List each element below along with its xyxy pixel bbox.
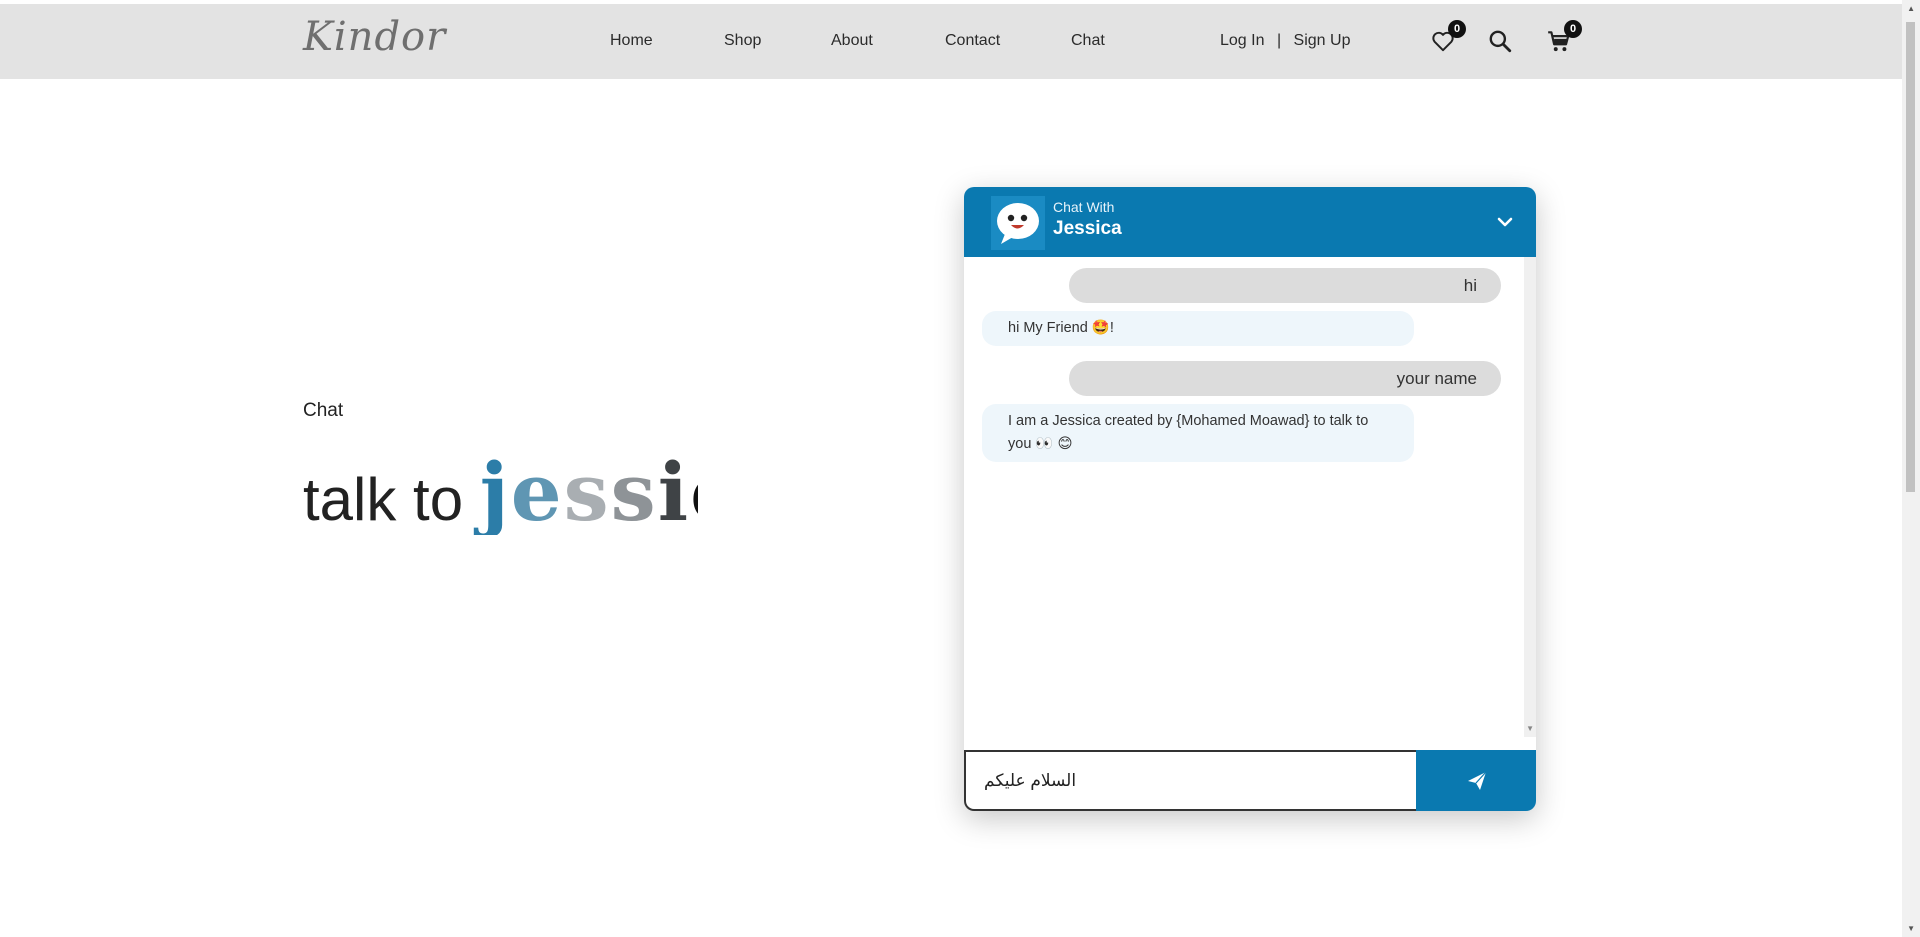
chevron-down-icon	[1497, 217, 1513, 227]
bot-avatar	[991, 196, 1045, 250]
signup-link[interactable]: Sign Up	[1294, 32, 1351, 49]
cart-button[interactable]: 0	[1546, 20, 1582, 54]
nav-chat[interactable]: Chat	[1071, 32, 1105, 50]
send-button[interactable]	[1416, 750, 1536, 811]
chat-widget: Chat With Jessica hi hi My Friend 🤩! you…	[964, 187, 1536, 811]
wishlist-count-badge: 0	[1448, 20, 1466, 38]
nav-contact[interactable]: Contact	[945, 32, 1000, 50]
nav-about[interactable]: About	[831, 32, 873, 50]
name-letter: j	[479, 445, 511, 535]
scroll-down-arrow-icon[interactable]: ▼	[1907, 924, 1915, 933]
nav-home[interactable]: Home	[610, 32, 653, 50]
login-link[interactable]: Log In	[1220, 32, 1264, 49]
scroll-down-arrow-icon[interactable]: ▼	[1526, 724, 1534, 733]
message-list[interactable]: hi hi My Friend 🤩! your name I am a Jess…	[964, 257, 1524, 737]
message-composer: السلام عليكم	[964, 750, 1536, 811]
name-letter: c	[690, 445, 698, 535]
page-scrollbar-thumb[interactable]	[1906, 22, 1915, 492]
message-input[interactable]: السلام عليكم	[964, 750, 1418, 811]
page-scrollbar[interactable]: ▲ ▼	[1902, 0, 1920, 937]
chat-contact-name: Jessica	[1053, 218, 1122, 239]
chat-header[interactable]: Chat With Jessica	[964, 187, 1536, 257]
message-list-scrollbar[interactable]: ▼	[1524, 257, 1536, 737]
scroll-up-arrow-icon[interactable]: ▲	[1907, 4, 1915, 13]
hero-title-prefix: talk to	[303, 466, 464, 533]
name-letter: e	[510, 445, 564, 535]
send-icon	[1468, 771, 1487, 790]
bot-message: I am a Jessica created by {Mohamed Moawa…	[982, 404, 1414, 462]
collapse-chat-button[interactable]	[1494, 211, 1516, 233]
auth-links: Log In | Sign Up	[1220, 32, 1350, 50]
name-letter: s	[610, 445, 658, 535]
user-message: hi	[1069, 268, 1501, 303]
wishlist-button[interactable]: 0	[1430, 20, 1466, 54]
auth-separator: |	[1276, 32, 1282, 49]
site-logo[interactable]: Kindor	[303, 14, 446, 60]
chat-bubble-face-icon	[997, 203, 1039, 244]
site-header: Kindor Home Shop About Contact Chat Log …	[0, 4, 1902, 79]
hero-title: talk to jessic	[303, 445, 698, 535]
name-letter: i	[657, 445, 691, 535]
chat-with-label: Chat With	[1053, 199, 1115, 215]
cart-count-badge: 0	[1564, 20, 1582, 38]
search-button[interactable]	[1487, 28, 1513, 54]
hero-title-name: jessic	[480, 445, 698, 535]
search-icon	[1489, 30, 1512, 53]
section-eyebrow: Chat	[303, 400, 344, 421]
user-message: your name	[1069, 361, 1501, 396]
bot-message: hi My Friend 🤩!	[982, 311, 1414, 346]
name-letter: s	[563, 445, 611, 535]
nav-shop[interactable]: Shop	[724, 32, 761, 50]
